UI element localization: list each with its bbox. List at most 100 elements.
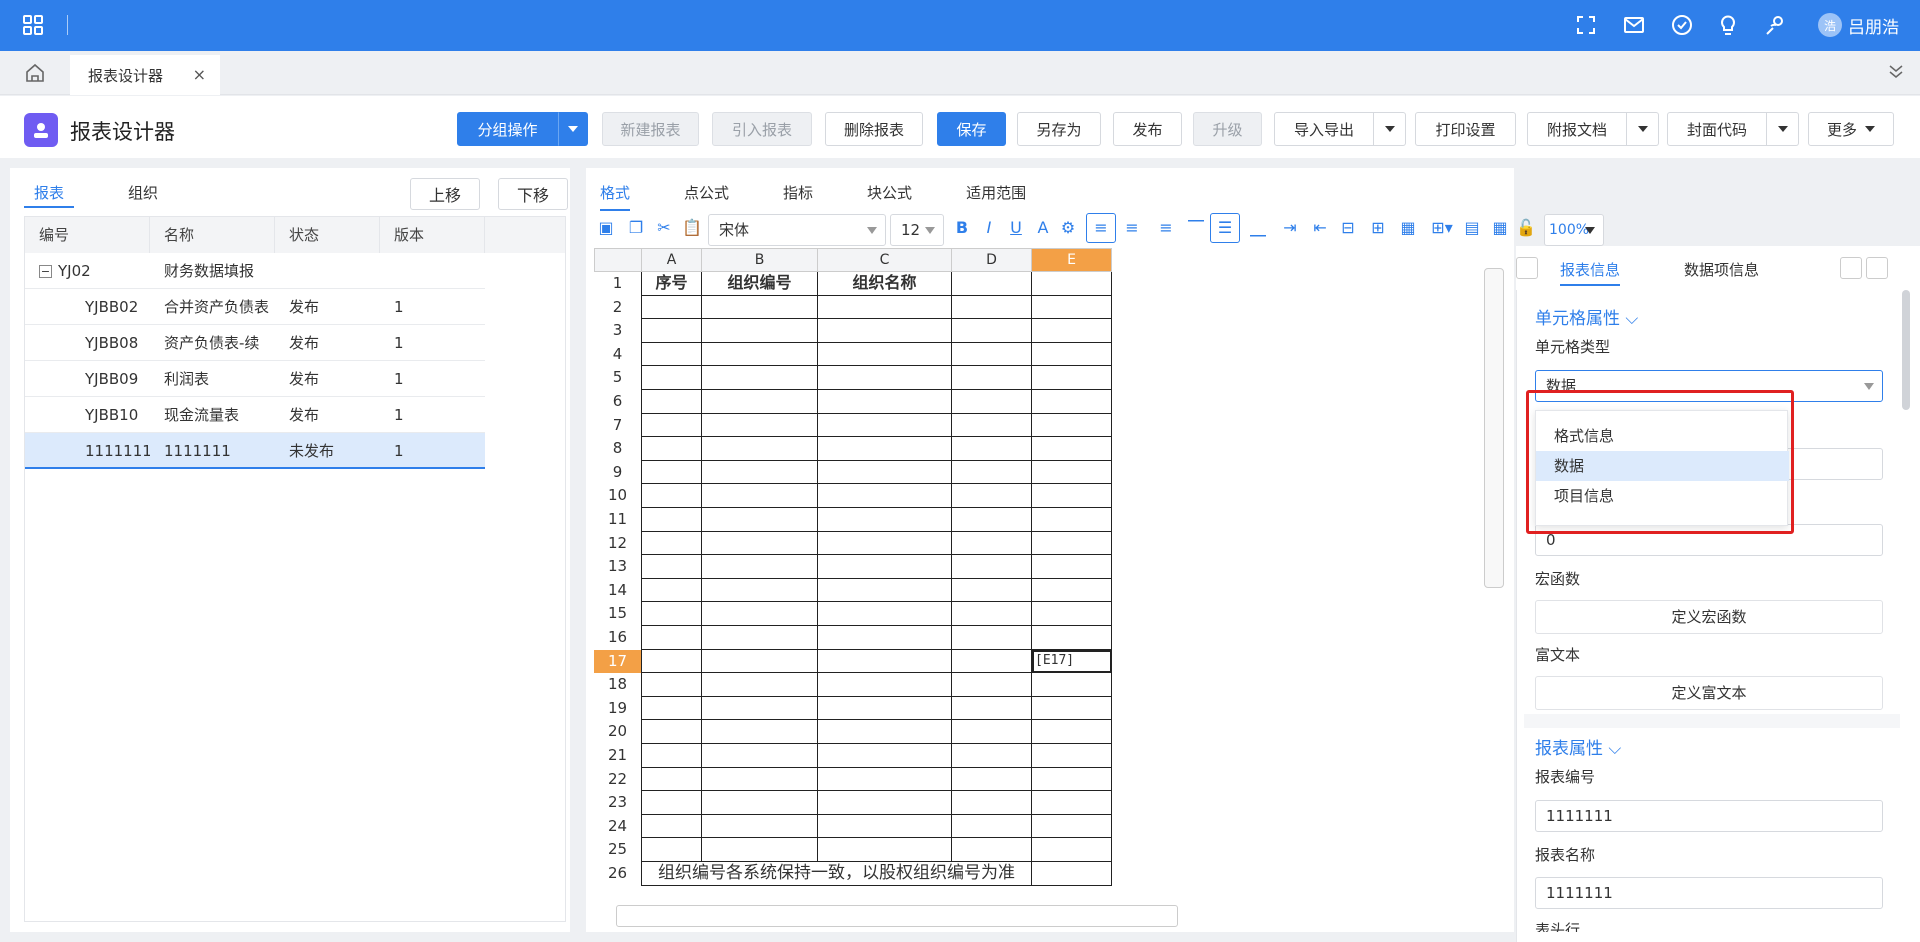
more-button[interactable]: 更多 <box>1808 112 1894 146</box>
sheet-cell[interactable] <box>1032 838 1112 862</box>
sheet-cell[interactable] <box>1032 791 1112 815</box>
row-header[interactable]: 22 <box>594 767 642 792</box>
sheet-cell[interactable] <box>642 838 702 862</box>
table-row[interactable]: YJBB09 利润表 发布 1 <box>25 361 485 397</box>
sheet-cell[interactable] <box>818 696 952 721</box>
zoom-select[interactable]: 100% <box>1544 214 1604 246</box>
group-ops-dropdown[interactable] <box>558 112 588 146</box>
report-code-input[interactable]: 1111111 <box>1535 800 1883 832</box>
sheet-cell[interactable] <box>702 626 818 650</box>
sheet-cell[interactable] <box>642 437 702 461</box>
sheet-cell[interactable] <box>642 744 702 768</box>
indent-icon[interactable]: ⇥ <box>1280 218 1300 238</box>
sheet-cell[interactable] <box>818 319 952 343</box>
row-header[interactable]: 16 <box>594 626 642 650</box>
sheet-cell[interactable] <box>818 508 952 532</box>
panel-scrollbar[interactable] <box>1902 290 1910 410</box>
column-header-C[interactable]: C <box>818 248 952 272</box>
sheet-cell[interactable] <box>1032 437 1112 461</box>
sheet-cell[interactable] <box>1032 578 1112 603</box>
paste-icon[interactable]: 📋 <box>682 218 702 238</box>
sheet-cell[interactable]: 序号 <box>642 272 702 296</box>
sheet-cell[interactable] <box>818 791 952 815</box>
check-circle-icon[interactable] <box>1671 14 1693 36</box>
horizontal-scrollbar[interactable] <box>616 905 1178 927</box>
group-ops-button[interactable]: 分组操作 <box>457 112 558 146</box>
sheet-cell[interactable] <box>702 720 818 744</box>
sheet-cell[interactable] <box>952 791 1032 815</box>
sheet-cell[interactable] <box>1032 342 1112 367</box>
cover-code-button[interactable]: 封面代码 <box>1667 112 1767 146</box>
double-chevron-down-icon[interactable] <box>1886 61 1906 81</box>
sheet-cell[interactable] <box>1032 390 1112 414</box>
font-color-icon[interactable]: A <box>1033 218 1053 238</box>
define-rich-text-button[interactable]: 定义富文本 <box>1535 676 1883 710</box>
import-report-button[interactable]: 引入报表 <box>712 112 812 146</box>
sheet-cell[interactable] <box>952 626 1032 650</box>
report-props-section[interactable]: 报表属性 ⌵ <box>1535 734 1621 759</box>
sheet-cell[interactable] <box>642 295 702 320</box>
tab-report-designer[interactable]: 报表设计器 × <box>70 55 220 95</box>
sheet-cell[interactable] <box>1032 626 1112 650</box>
table-row[interactable]: YJBB08 资产负债表-续 发布 1 <box>25 325 485 361</box>
print-settings-button[interactable]: 打印设置 <box>1415 112 1516 146</box>
sheet-cell[interactable] <box>818 673 952 697</box>
sheet-cell-selected[interactable]: [E17] <box>1032 649 1112 674</box>
sheet-cell[interactable] <box>1032 413 1112 438</box>
sheet-cell[interactable] <box>1032 602 1112 626</box>
sheet-cell[interactable] <box>818 838 952 862</box>
sheet-cell[interactable] <box>642 626 702 650</box>
table-row-group[interactable]: − YJ02 财务数据填报 <box>25 253 485 289</box>
sheet-cell[interactable] <box>952 531 1032 556</box>
publish-button[interactable]: 发布 <box>1113 112 1182 146</box>
sheet-cell[interactable] <box>642 390 702 414</box>
sheet-cell[interactable] <box>1032 720 1112 744</box>
sheet-cell[interactable] <box>952 555 1032 579</box>
save-as-button[interactable]: 另存为 <box>1017 112 1101 146</box>
sheet-cell[interactable] <box>642 531 702 556</box>
upgrade-button[interactable]: 升级 <box>1193 112 1262 146</box>
column-header-E[interactable]: E <box>1032 248 1112 272</box>
align-bottom-icon[interactable]: ⎽ <box>1248 218 1268 238</box>
freeze-icon[interactable]: ▤ <box>1462 218 1482 238</box>
sheet-cell[interactable] <box>642 508 702 532</box>
value-field[interactable]: 0 <box>1535 524 1883 556</box>
sheet-cell[interactable] <box>818 413 952 438</box>
sheet-cell[interactable] <box>702 744 818 768</box>
cover-code-dropdown[interactable] <box>1767 112 1799 146</box>
import-export-dropdown[interactable] <box>1374 112 1406 146</box>
sheet-cell[interactable] <box>702 342 818 367</box>
sheet-cell[interactable] <box>952 295 1032 320</box>
sheet-cell[interactable] <box>702 460 818 485</box>
sheet-cell[interactable] <box>952 720 1032 744</box>
app-grid-icon[interactable] <box>22 14 44 36</box>
sheet-cell[interactable] <box>952 578 1032 603</box>
sheet-cell[interactable] <box>702 319 818 343</box>
option-data[interactable]: 数据 <box>1536 451 1789 481</box>
font-size-select[interactable]: 12 <box>890 214 944 246</box>
sheet-cell[interactable] <box>1032 814 1112 839</box>
cell-props-section[interactable]: 单元格属性 ⌵ <box>1535 304 1638 329</box>
row-header[interactable]: 15 <box>594 602 642 626</box>
align-left-icon[interactable]: ≡ <box>1086 213 1116 243</box>
row-header[interactable]: 24 <box>594 814 642 839</box>
new-report-button[interactable]: 新建报表 <box>602 112 699 146</box>
sheet-cell[interactable] <box>642 767 702 792</box>
cell-type-select[interactable]: 数据 <box>1535 370 1883 402</box>
define-macro-button[interactable]: 定义宏函数 <box>1535 600 1883 634</box>
col-name[interactable]: 名称 <box>150 217 275 253</box>
outdent-icon[interactable]: ⇤ <box>1310 218 1330 238</box>
sheet-cell[interactable] <box>952 342 1032 367</box>
sheet-cell[interactable] <box>702 508 818 532</box>
sheet-cell[interactable] <box>642 814 702 839</box>
sheet-cell[interactable] <box>952 602 1032 626</box>
sheet-cell[interactable] <box>642 602 702 626</box>
wrap-icon[interactable]: ⊟ <box>1338 218 1358 238</box>
user-search-icon[interactable] <box>1764 14 1786 36</box>
align-middle-icon[interactable]: ☰ <box>1210 213 1240 243</box>
sheet-cell[interactable] <box>1032 272 1112 296</box>
column-header-A[interactable]: A <box>642 248 702 272</box>
sheet-cell[interactable] <box>1032 319 1112 343</box>
sheet-cell[interactable] <box>1032 673 1112 697</box>
vertical-scrollbar[interactable] <box>1484 268 1504 588</box>
